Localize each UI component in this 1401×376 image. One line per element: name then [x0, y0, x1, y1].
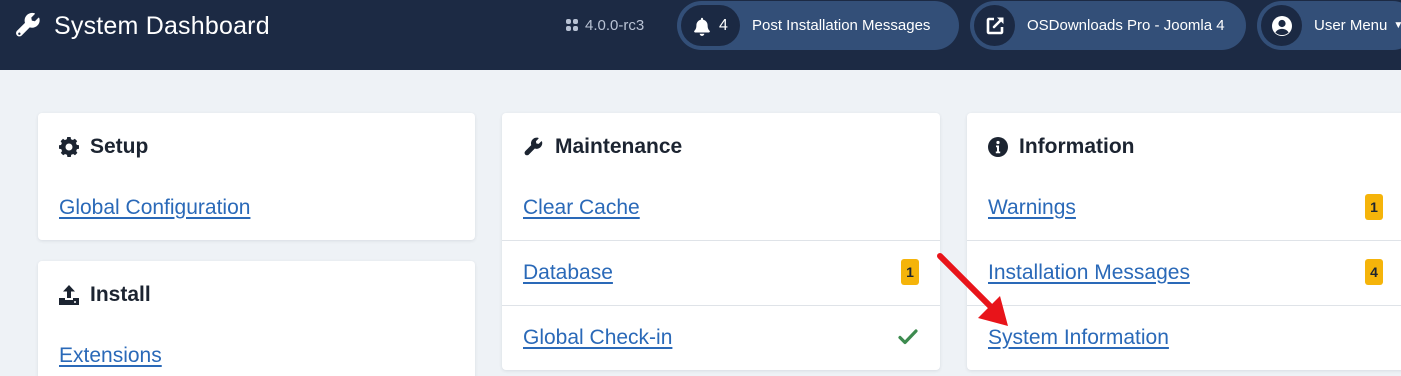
version-info: 4.0.0-rc3: [565, 15, 644, 35]
user-avatar-circle: [1261, 5, 1302, 46]
site-link-label: OSDownloads Pro - Joomla 4: [1027, 17, 1225, 34]
setup-card-header: Setup: [59, 135, 148, 159]
bell-icon: [694, 17, 710, 36]
list-item: Global Configuration: [38, 175, 475, 240]
list-item: Clear Cache: [502, 175, 940, 240]
notification-badge: 4: [681, 5, 740, 46]
list-item: Installation Messages: [967, 240, 1401, 305]
global-checkin-link[interactable]: Global Check-in: [523, 326, 672, 350]
list-item: Global Check-in: [502, 305, 940, 370]
page-title-group: System Dashboard: [14, 10, 270, 42]
user-menu-label: User Menu: [1314, 17, 1388, 34]
wrench-icon: [16, 12, 40, 37]
list-item: Warnings: [967, 175, 1401, 240]
maintenance-card: Maintenance Clear Cache Database 1 Globa…: [502, 113, 940, 370]
site-link-button[interactable]: OSDownloads Pro - Joomla 4: [970, 1, 1246, 50]
user-circle-icon: [1271, 15, 1292, 36]
user-menu-button[interactable]: User Menu ▼: [1257, 1, 1401, 50]
list-item: Database: [502, 240, 940, 305]
warnings-count-badge: 1: [1365, 194, 1383, 220]
maintenance-card-header: Maintenance: [523, 135, 682, 159]
setup-card-title: Setup: [90, 135, 149, 158]
post-installation-messages-button[interactable]: 4 Post Installation Messages: [677, 1, 959, 50]
external-link-icon: [986, 17, 1003, 34]
page-title: System Dashboard: [54, 11, 270, 40]
install-card-header: Install: [59, 283, 151, 307]
list-item: Extensions: [38, 323, 475, 376]
install-card: Install Extensions: [38, 261, 475, 376]
information-card-header: Information: [988, 135, 1135, 159]
version-text: 4.0.0-rc3: [585, 16, 645, 34]
maintenance-card-title: Maintenance: [555, 135, 683, 158]
information-card-title: Information: [1019, 135, 1135, 158]
information-card: Information Warnings 1 Installation Mess…: [967, 113, 1401, 370]
annotation-arrow: [937, 253, 1008, 326]
info-circle-icon: [988, 137, 1008, 157]
caret-down-icon: ▼: [1393, 20, 1401, 31]
list-item: System Information: [967, 305, 1401, 370]
checkmark-icon: [898, 329, 918, 345]
database-link[interactable]: Database: [523, 261, 613, 285]
clear-cache-link[interactable]: Clear Cache: [523, 196, 640, 220]
global-configuration-link[interactable]: Global Configuration: [59, 196, 250, 220]
extensions-link[interactable]: Extensions: [59, 344, 162, 368]
setup-card: Setup Global Configuration: [38, 113, 475, 240]
database-count-badge: 1: [901, 259, 919, 285]
wrench-icon: [524, 137, 543, 155]
joomla-logo-icon: [566, 19, 578, 31]
top-header: System Dashboard 4.0.0-rc3 4 Post Instal…: [0, 0, 1401, 70]
install-card-title: Install: [90, 283, 151, 306]
installation-messages-count-badge: 4: [1365, 259, 1383, 285]
gear-icon: [59, 137, 79, 157]
warnings-link[interactable]: Warnings: [988, 196, 1076, 220]
external-link-circle: [974, 5, 1015, 46]
upload-icon: [59, 285, 79, 305]
post-installation-label: Post Installation Messages: [752, 17, 931, 34]
post-install-count: 4: [719, 16, 728, 34]
